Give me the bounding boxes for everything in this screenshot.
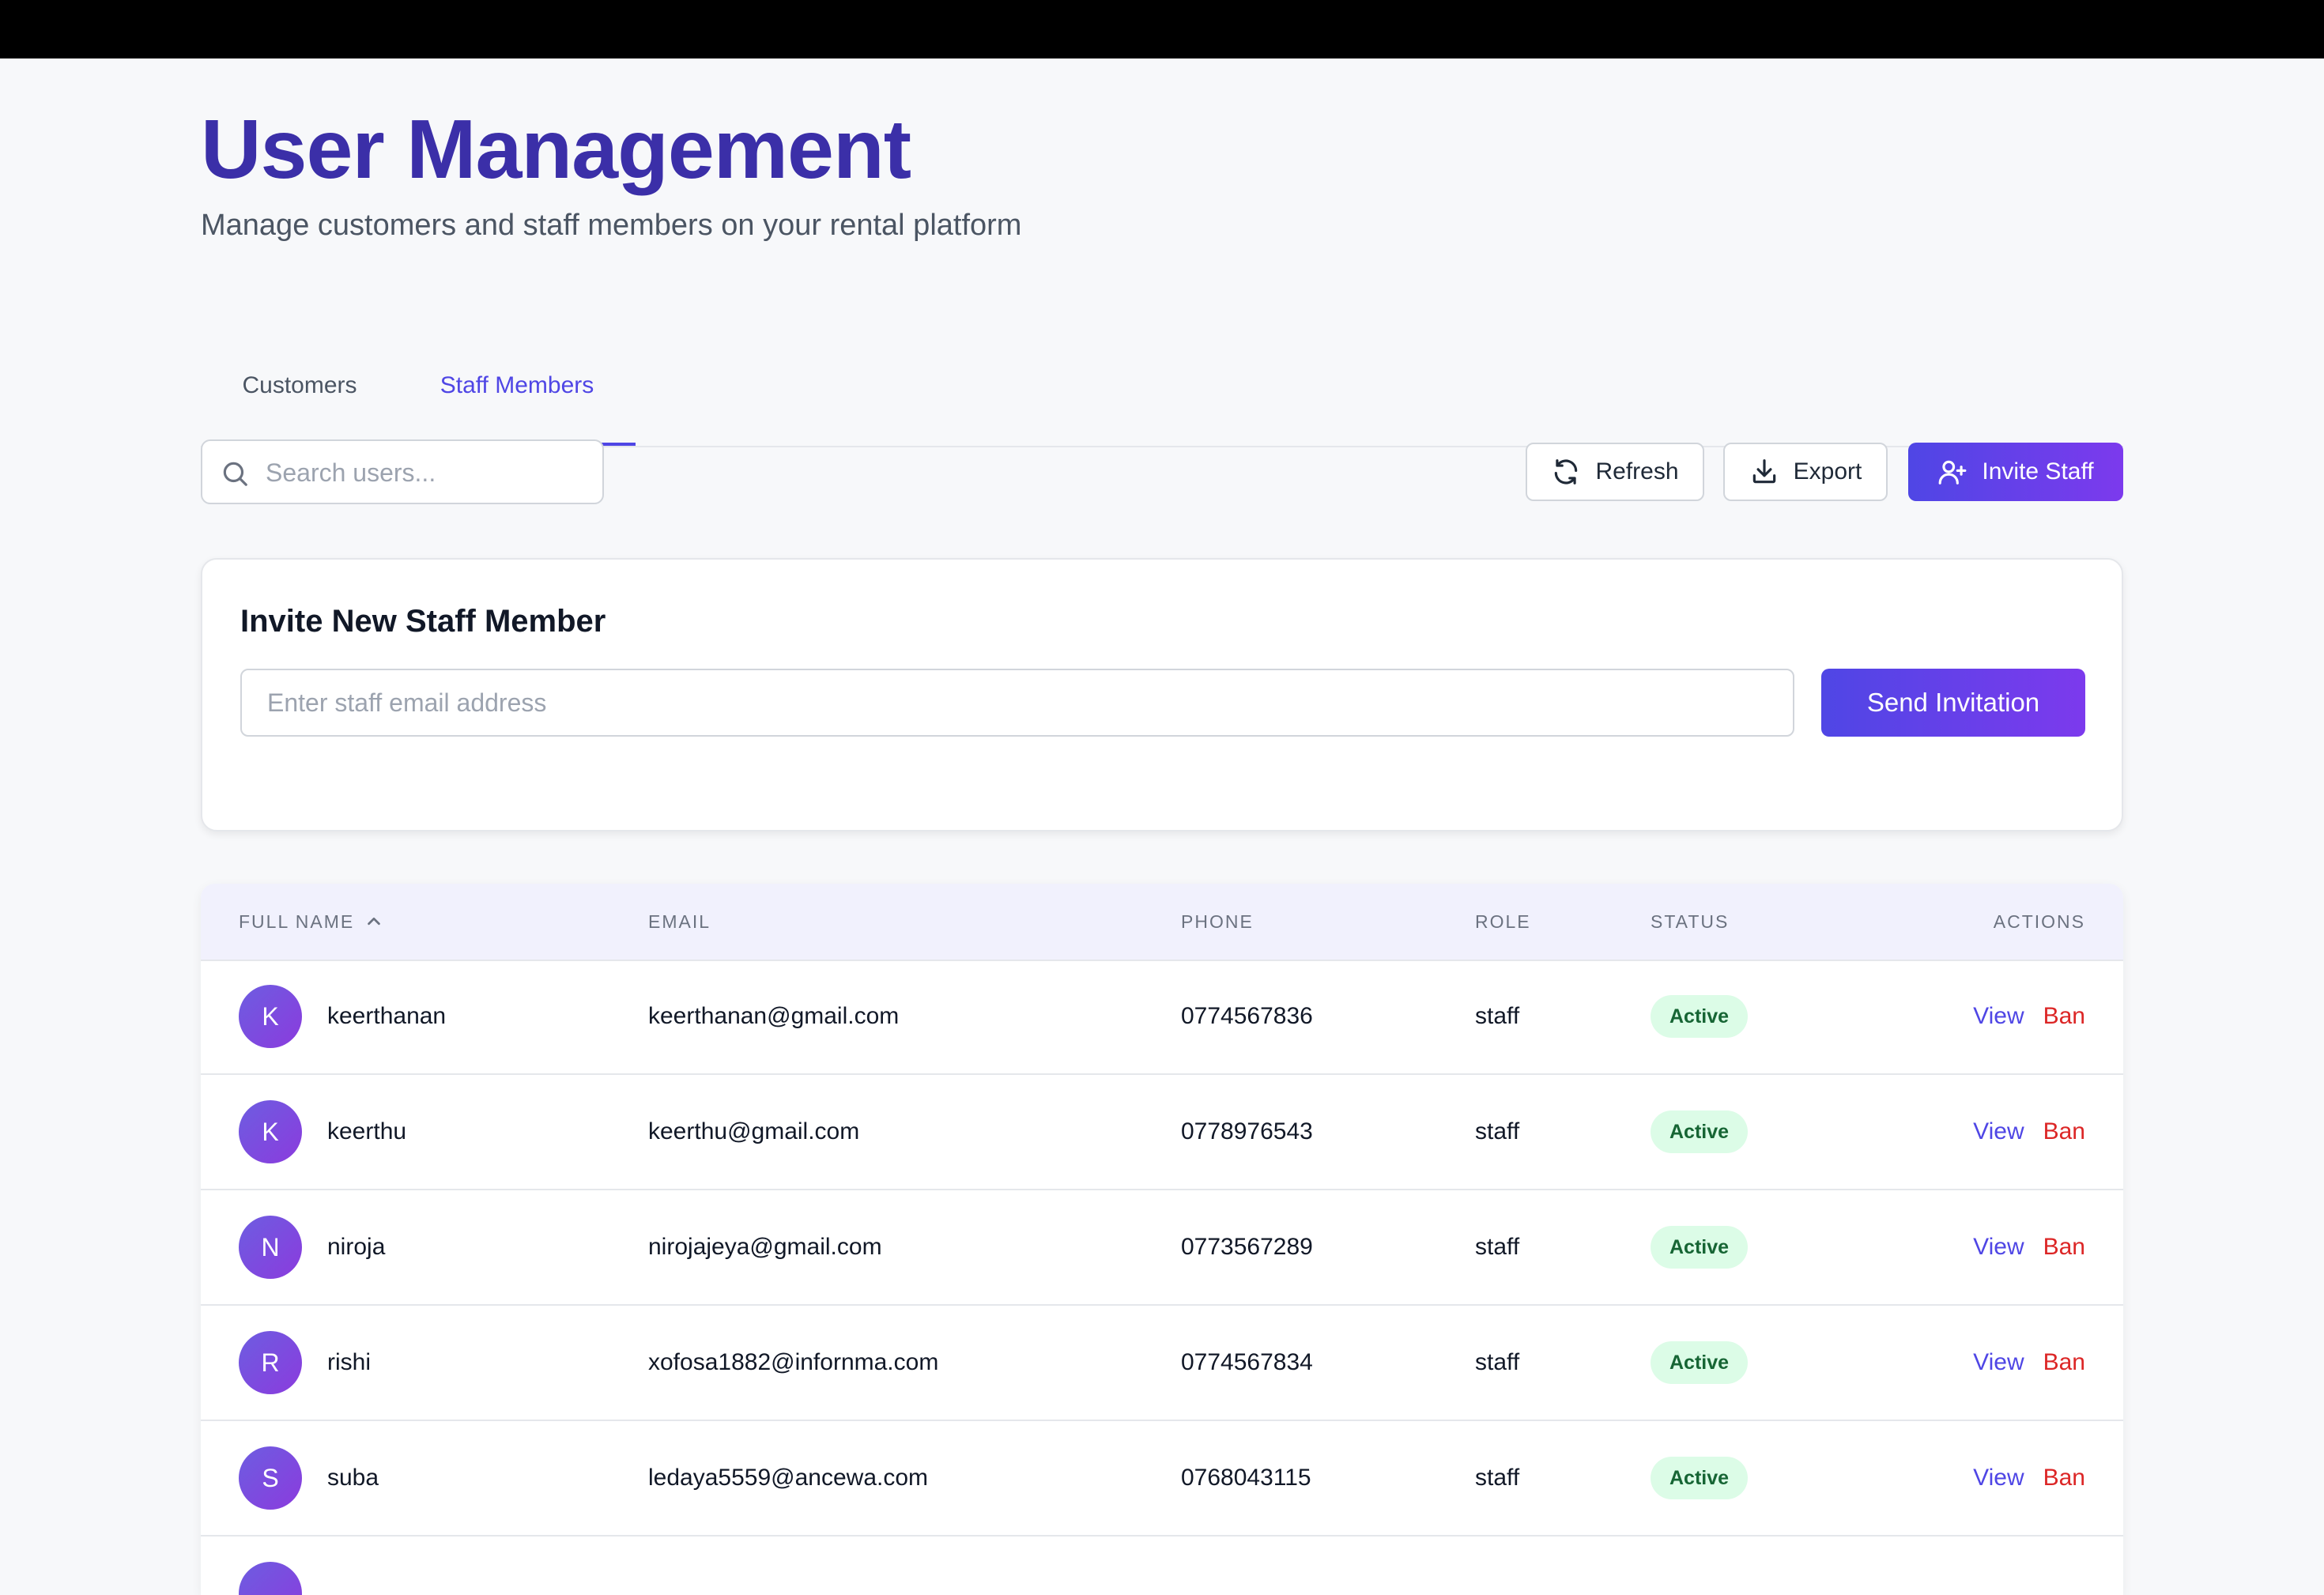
phone-cell: 0778976543 <box>1181 1118 1313 1144</box>
view-link[interactable]: View <box>1973 1118 2024 1145</box>
search-input[interactable] <box>264 441 591 504</box>
view-link[interactable]: View <box>1973 1465 2024 1491</box>
invite-staff-label: Invite Staff <box>1982 458 2094 485</box>
table-row: N niroja nirojajeya@gmail.com 0773567289… <box>201 1190 2123 1306</box>
column-header-email: EMAIL <box>648 911 711 932</box>
status-badge: Active <box>1651 995 1749 1038</box>
avatar: K <box>239 985 302 1048</box>
staff-table: FULL NAME EMAIL PHONE ROLE STATUS ACTION… <box>201 884 2123 1595</box>
email-cell: xofosa1882@infornma.com <box>648 1349 939 1375</box>
avatar <box>239 1562 302 1595</box>
column-header-phone: PHONE <box>1181 911 1254 932</box>
invite-staff-card: Invite New Staff Member Send Invitation <box>201 558 2123 831</box>
status-badge: Active <box>1651 1226 1749 1269</box>
ban-link[interactable]: Ban <box>2043 1003 2085 1030</box>
email-cell: keerthanan@gmail.com <box>648 1003 900 1029</box>
status-badge: Active <box>1651 1110 1749 1153</box>
refresh-icon <box>1551 457 1581 487</box>
invite-card-title: Invite New Staff Member <box>240 604 606 639</box>
full-name-cell: rishi <box>327 1349 372 1375</box>
page-title: User Management <box>201 103 911 196</box>
full-name-cell: suba <box>327 1465 379 1491</box>
role-cell: staff <box>1475 1234 1520 1260</box>
full-name-cell: keerthanan <box>327 1003 447 1029</box>
role-cell: staff <box>1475 1349 1520 1375</box>
invite-staff-button[interactable]: Invite Staff <box>1908 443 2123 501</box>
status-badge: Active <box>1651 1457 1749 1499</box>
page-subtitle: Manage customers and staff members on yo… <box>201 209 1022 242</box>
ban-link[interactable]: Ban <box>2043 1234 2085 1261</box>
full-name-cell: keerthu <box>327 1118 407 1144</box>
search-box <box>201 439 604 504</box>
column-header-actions: ACTIONS <box>1993 911 2085 932</box>
phone-cell: 0774567836 <box>1181 1003 1313 1029</box>
view-link[interactable]: View <box>1973 1349 2024 1376</box>
status-badge: Active <box>1651 1341 1749 1384</box>
column-header-status: STATUS <box>1651 911 1730 932</box>
sort-ascending-icon <box>365 913 383 930</box>
table-row: S suba ledaya5559@ancewa.com 0768043115 … <box>201 1421 2123 1537</box>
refresh-label: Refresh <box>1595 458 1679 485</box>
refresh-button[interactable]: Refresh <box>1526 443 1704 501</box>
role-cell: staff <box>1475 1003 1520 1029</box>
search-icon <box>220 458 250 488</box>
avatar: R <box>239 1331 302 1394</box>
tab-staff-members[interactable]: Staff Members <box>398 327 636 446</box>
avatar: S <box>239 1446 302 1510</box>
column-header-label: FULL NAME <box>239 911 355 932</box>
send-invitation-button[interactable]: Send Invitation <box>1821 669 2085 737</box>
ban-link[interactable]: Ban <box>2043 1349 2085 1376</box>
table-row: R rishi xofosa1882@infornma.com 07745678… <box>201 1306 2123 1421</box>
role-cell: staff <box>1475 1465 1520 1491</box>
tab-customers[interactable]: Customers <box>201 327 398 444</box>
view-link[interactable]: View <box>1973 1234 2024 1261</box>
avatar: N <box>239 1216 302 1279</box>
column-header-full-name[interactable]: FULL NAME <box>239 884 383 960</box>
staff-email-field[interactable] <box>240 669 1794 737</box>
table-row: K keerthu keerthu@gmail.com 0778976543 s… <box>201 1075 2123 1190</box>
download-icon <box>1749 457 1779 487</box>
table-row: K keerthanan keerthanan@gmail.com 077456… <box>201 960 2123 1075</box>
window-top-bar <box>0 0 2324 58</box>
table-row-partial <box>201 1537 2123 1595</box>
user-type-tabs: Customers Staff Members <box>201 327 2123 447</box>
ban-link[interactable]: Ban <box>2043 1465 2085 1491</box>
phone-cell: 0773567289 <box>1181 1234 1313 1260</box>
email-cell: nirojajeya@gmail.com <box>648 1234 882 1260</box>
export-button[interactable]: Export <box>1723 443 1888 501</box>
ban-link[interactable]: Ban <box>2043 1118 2085 1145</box>
user-plus-icon <box>1937 457 1967 487</box>
email-cell: ledaya5559@ancewa.com <box>648 1465 929 1491</box>
export-label: Export <box>1793 458 1862 485</box>
full-name-cell: niroja <box>327 1234 386 1260</box>
column-header-role: ROLE <box>1475 911 1531 932</box>
email-cell: keerthu@gmail.com <box>648 1118 860 1144</box>
table-header: FULL NAME EMAIL PHONE ROLE STATUS ACTION… <box>201 884 2123 961</box>
phone-cell: 0768043115 <box>1181 1465 1311 1491</box>
view-link[interactable]: View <box>1973 1003 2024 1030</box>
role-cell: staff <box>1475 1118 1520 1144</box>
phone-cell: 0774567834 <box>1181 1349 1313 1375</box>
avatar: K <box>239 1100 302 1163</box>
